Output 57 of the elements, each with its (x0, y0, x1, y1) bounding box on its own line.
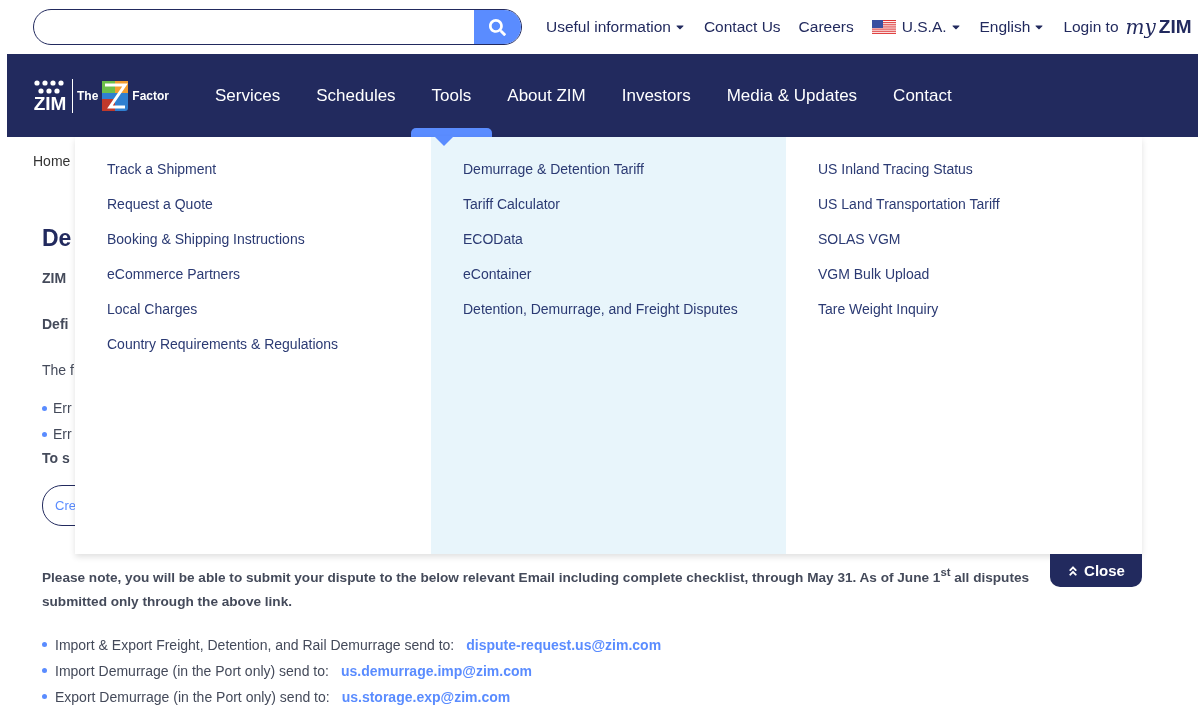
menu-item[interactable]: Tariff Calculator (463, 196, 786, 212)
body-text: The f (42, 362, 74, 378)
logo-tagline: Factor (132, 88, 170, 103)
dropdown-link[interactable]: English (979, 18, 1046, 36)
menu-item[interactable]: Request a Quote (107, 196, 431, 212)
top-link[interactable]: Careers (798, 18, 854, 36)
contact-text: Import & Export Freight, Detention, and Rail Demurrage send to: (55, 635, 455, 655)
menu-item[interactable]: ECOData (463, 231, 786, 247)
menu-item[interactable]: Detention, Demurrage, and Freight Disputes (463, 301, 786, 317)
menu-item[interactable]: Tare Weight Inquiry (818, 301, 1142, 317)
company-logo[interactable]: ZIM (33, 78, 73, 113)
chevrons-up-icon (1067, 564, 1080, 577)
country-selector[interactable]: U.S.A. (871, 18, 962, 36)
pointer-icon (434, 136, 454, 146)
flag-icon (871, 19, 896, 35)
menu-item[interactable]: VGM Bulk Upload (818, 266, 1142, 282)
nav-item[interactable]: Tools (413, 54, 490, 137)
contact-text: Export Demurrage (in the Port only) send to: (55, 687, 330, 707)
bullet-text: Err (53, 426, 72, 442)
z-emblem-icon (102, 80, 129, 111)
menu-item[interactable]: Demurrage & Detention Tariff (463, 161, 786, 177)
bullet-icon (42, 642, 47, 648)
bullet-icon (42, 405, 47, 411)
menu-item[interactable]: Country Requirements & Regulations (107, 336, 431, 352)
menu-item[interactable]: Booking & Shipping Instructions (107, 231, 431, 247)
note-text: Please note, you will be able to submit your dispute to the below relevant Email including complete checklist, through May 31. As of June 1$^{st}$ all disputes (42, 565, 1030, 587)
nav-item[interactable]: Media & Updates (708, 54, 876, 137)
menu-item[interactable]: US Land Transportation Tariff (818, 196, 1142, 212)
note-text: submitted only through the above link. (42, 592, 292, 611)
menu-item[interactable]: SOLAS VGM (818, 231, 1142, 247)
stars-icon (33, 78, 67, 95)
contact-text: Import Demurrage (in the Port only) send to: (55, 661, 329, 681)
logo-tagline: The (77, 88, 99, 103)
search-icon (489, 18, 506, 36)
nav-item[interactable]: About ZIM (489, 54, 604, 137)
menu-item[interactable]: eContainer (463, 266, 786, 282)
bullet-icon (42, 431, 47, 437)
nav-item[interactable]: Investors (603, 54, 709, 137)
bullet-text: Err (53, 400, 72, 416)
nav-item[interactable]: Services (197, 54, 299, 137)
bullet-icon (42, 668, 47, 674)
menu-item[interactable]: Local Charges (107, 301, 431, 317)
dropdown-link[interactable]: Useful information (546, 18, 686, 36)
nav-item[interactable]: Contact (875, 54, 970, 137)
menu-item[interactable]: US Inland Tracing Status (818, 161, 1142, 177)
definition-text: Defi (42, 316, 69, 332)
submit-text: To s (42, 450, 70, 466)
intro-text: ZIM (42, 270, 67, 286)
search-button[interactable] (474, 10, 521, 44)
top-link[interactable]: Contact Us (703, 18, 781, 36)
bullet-icon (42, 694, 47, 700)
page-heading: De (42, 225, 72, 252)
close-button[interactable]: Close (1050, 554, 1142, 587)
menu-item[interactable]: Track a Shipment (107, 161, 431, 177)
nav-item[interactable]: Schedules (298, 54, 414, 137)
login-link[interactable]: Login to myZIM (1063, 15, 1192, 39)
menu-item[interactable]: eCommerce Partners (107, 266, 431, 282)
